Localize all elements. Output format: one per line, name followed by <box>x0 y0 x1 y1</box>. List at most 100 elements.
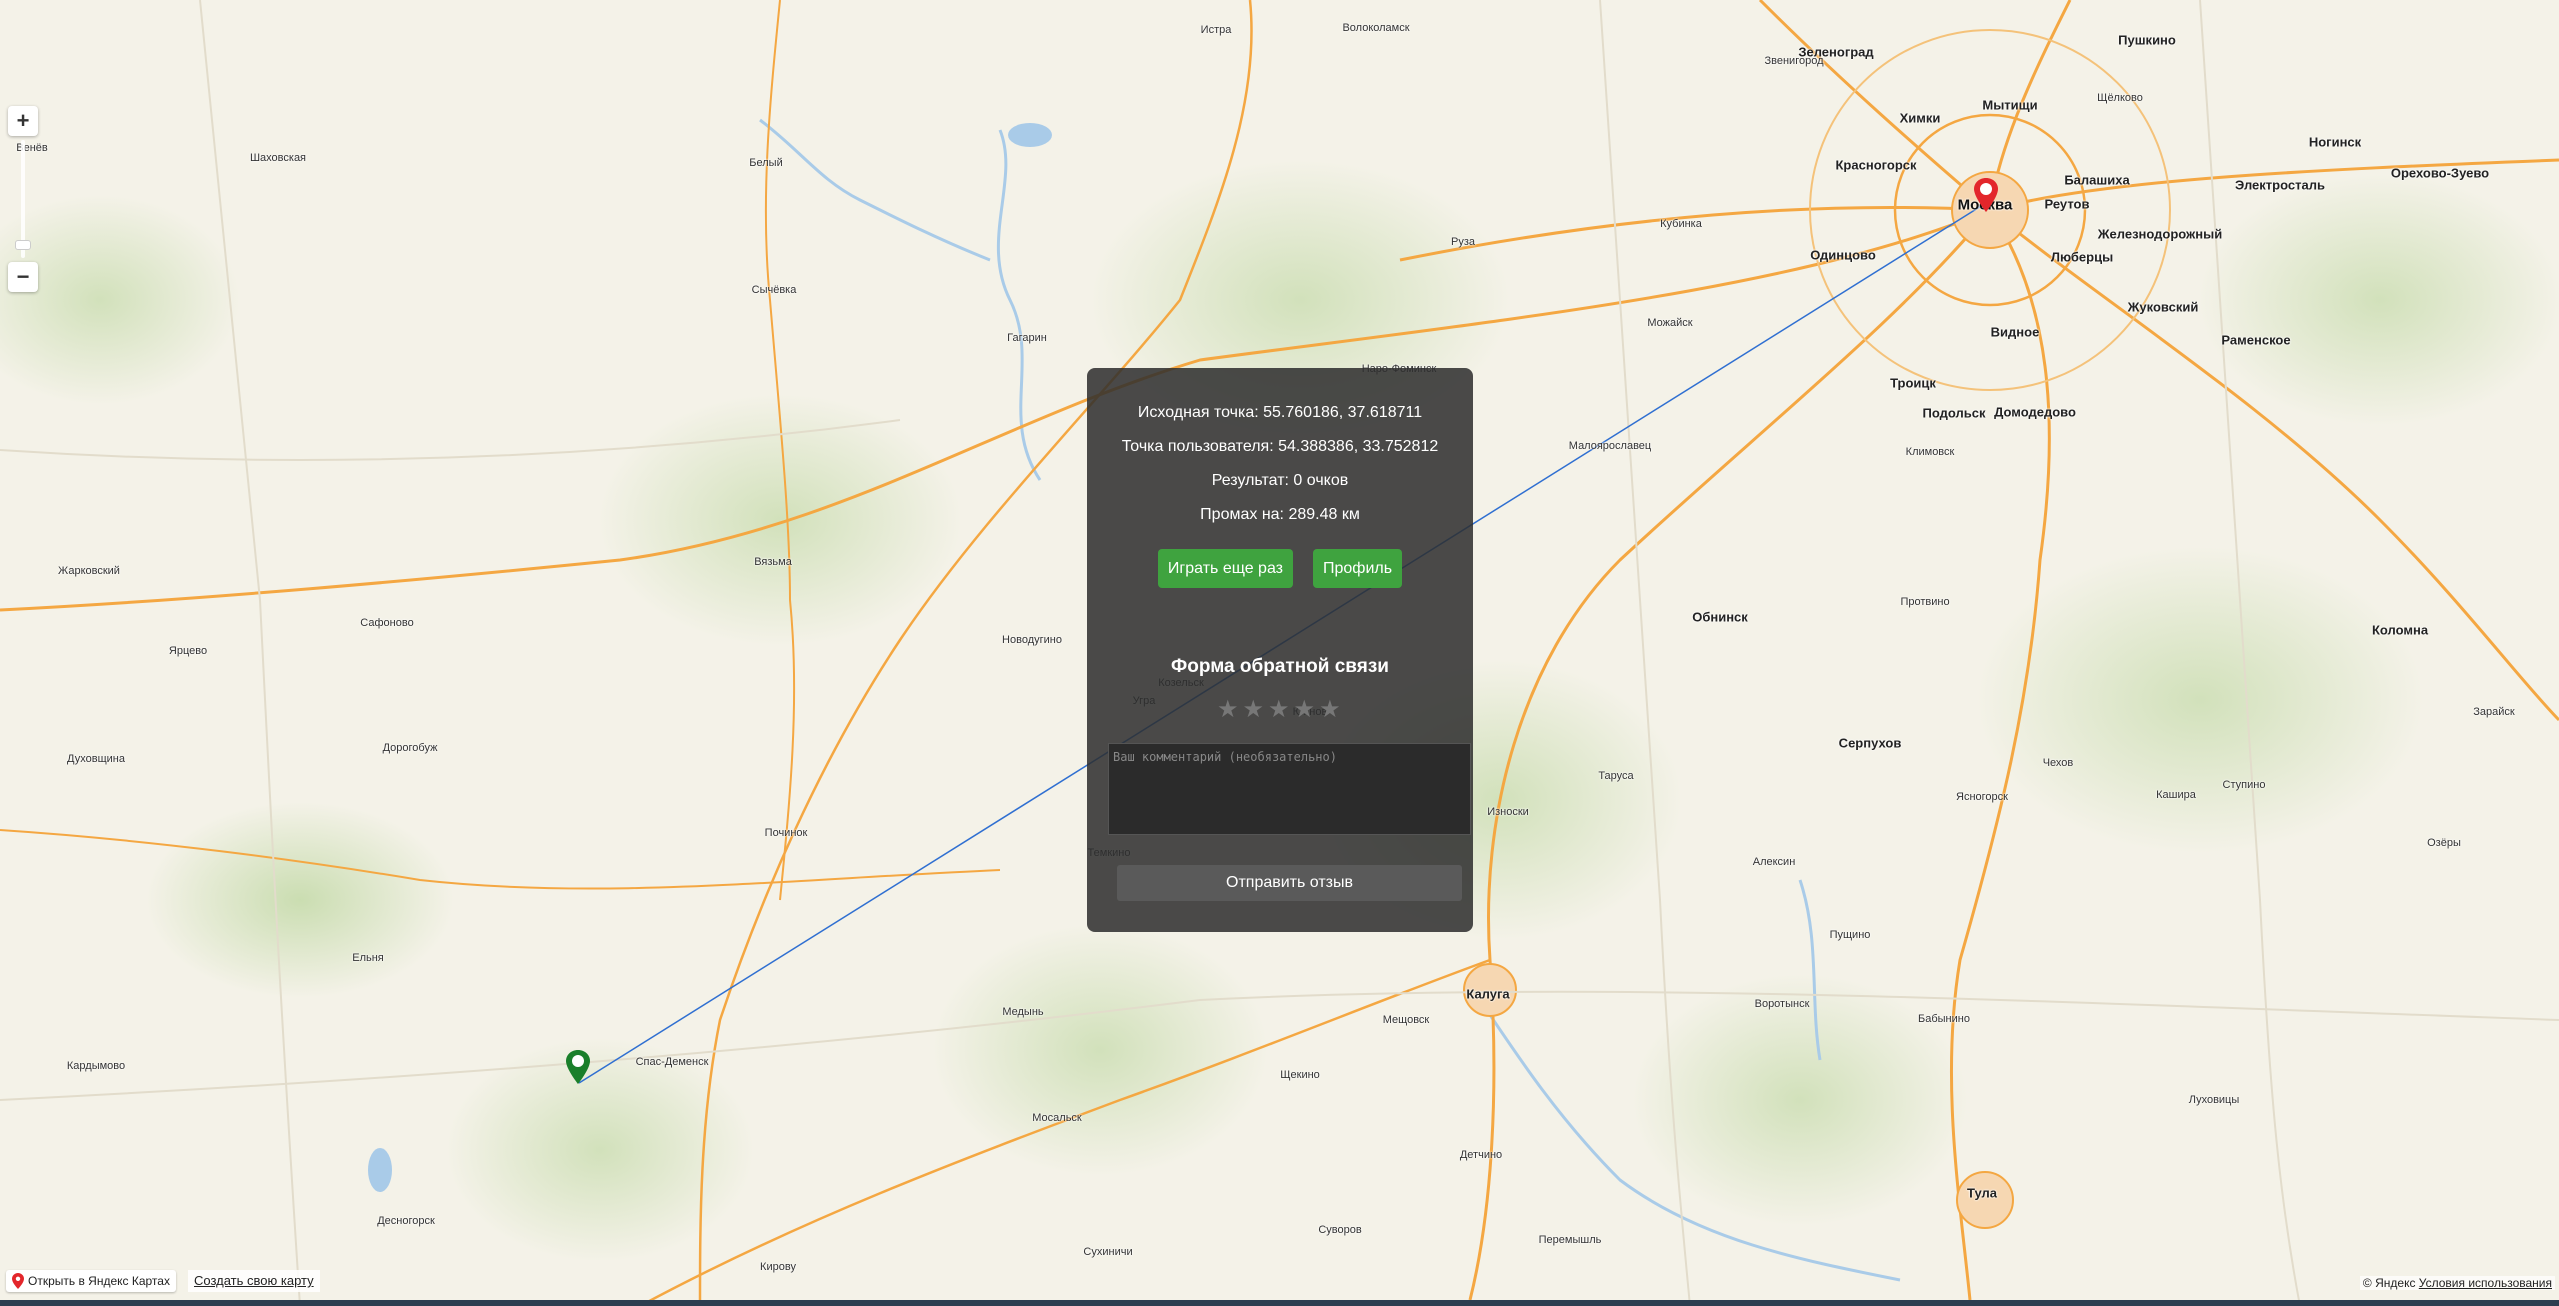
map-city-label: Починок <box>764 827 808 839</box>
map-city-label: Спас-Деменск <box>635 1056 709 1068</box>
map-city-label: Ступино <box>2222 779 2266 791</box>
map-city-label: Мещовск <box>1382 1014 1430 1026</box>
map-city-label: Щёлково <box>2097 92 2143 104</box>
map-city-label: Истра <box>1200 24 1232 36</box>
map-city-label: Сафоново <box>360 617 414 629</box>
map-city-label: Малоярославец <box>1568 440 1652 452</box>
copyright: © Яндекс Условия использования <box>2359 1276 2555 1290</box>
map-city-label: Серпухов <box>1838 735 1902 751</box>
map-city-label: Тула <box>1967 1185 1997 1201</box>
map-city-label: Протвино <box>1900 596 1950 608</box>
open-in-maps-label: Открыть в Яндекс Картах <box>28 1274 170 1288</box>
map-city-label: Ясногорск <box>1956 791 2008 803</box>
feedback-title: Форма обратной связи <box>1171 656 1389 677</box>
bottom-strip <box>0 1300 2559 1306</box>
map-city-label: Кардымово <box>66 1060 126 1072</box>
miss-distance-text: Промах на: 289.48 км <box>1200 506 1360 523</box>
map-city-label: Перемышль <box>1538 1234 1602 1246</box>
map-city-label: Орехово-Зуево <box>2390 165 2490 181</box>
map-city-label: Вязьма <box>754 556 792 568</box>
zoom-control: + − <box>8 106 38 292</box>
map-city-label: Щекино <box>1280 1069 1320 1081</box>
map-city-label: Десногорск <box>377 1215 435 1227</box>
map-city-label: Бабынино <box>1918 1013 1970 1025</box>
map-city-label: Алексин <box>1752 856 1796 868</box>
zoom-slider-handle[interactable] <box>15 240 31 250</box>
map-city-label: Электросталь <box>2235 177 2325 193</box>
map-city-label: Ярцево <box>168 645 208 657</box>
map-city-label: Пушкино <box>2118 32 2176 48</box>
target-marker-icon[interactable] <box>1974 178 1998 217</box>
map-city-label: Кирову <box>760 1261 796 1273</box>
map-city-label: Троицк <box>1890 375 1936 391</box>
score-text: Результат: 0 очков <box>1211 472 1349 489</box>
map-city-label: Раменское <box>2221 332 2291 348</box>
map-city-label: Калуга <box>1466 986 1510 1002</box>
map-city-label: Озёры <box>2427 837 2461 849</box>
profile-button[interactable]: Профиль <box>1313 549 1403 588</box>
map-city-label: Железнодорожный <box>2097 226 2223 242</box>
copyright-text: © Яндекс <box>2362 1276 2416 1290</box>
submit-feedback-button[interactable]: Отправить отзыв <box>1117 865 1462 901</box>
map-city-label: Химки <box>1899 110 1941 126</box>
result-panel: Исходная точка: 55.760186, 37.618711 Точ… <box>1087 368 1473 932</box>
map-city-label: Новодугино <box>1002 634 1062 646</box>
origin-point-text: Исходная точка: 55.760186, 37.618711 <box>1137 404 1423 421</box>
map-city-label: Волоколамск <box>1342 22 1410 34</box>
comment-field[interactable] <box>1108 743 1471 835</box>
map-city-label: Сычёвка <box>751 284 797 296</box>
star-1-icon[interactable]: ★ <box>1217 698 1239 722</box>
map-pin-icon <box>12 1273 24 1289</box>
map-city-label: Кубинка <box>1660 218 1702 230</box>
map-city-label: Ельня <box>352 952 384 964</box>
user-point-text: Точка пользователя: 54.388386, 33.752812 <box>1121 438 1439 455</box>
map-city-label: Ногинск <box>2308 134 2362 150</box>
map-city-label: Коломна <box>2371 622 2429 638</box>
zoom-slider-track[interactable] <box>15 140 31 258</box>
terms-link[interactable]: Условия использования <box>2419 1276 2552 1290</box>
map-city-label: Пущино <box>1829 929 1871 941</box>
map-city-label: Износки <box>1487 806 1529 818</box>
map-city-label: Гагарин <box>1007 332 1047 344</box>
map-city-label: Видное <box>1990 324 2040 340</box>
map-city-label: Суворов <box>1318 1224 1362 1236</box>
map-city-label: Жарковский <box>58 565 120 577</box>
star-3-icon[interactable]: ★ <box>1268 698 1290 722</box>
star-5-icon[interactable]: ★ <box>1319 698 1341 722</box>
map-city-label: Луховицы <box>2188 1094 2240 1106</box>
map-city-label: Подольск <box>1922 405 1986 421</box>
map-city-label: Мосальск <box>1032 1112 1082 1124</box>
map-city-label: Климовск <box>1905 446 1955 458</box>
map-city-label: Балашиха <box>2064 172 2130 188</box>
map-city-label: Руза <box>1451 236 1475 248</box>
map-city-label: Таруса <box>1598 770 1634 782</box>
action-buttons: Играть еще раз Профиль <box>1087 549 1473 588</box>
map-city-label: Домодедово <box>1994 404 2076 420</box>
map-city-label: Зарайск <box>2473 706 2515 718</box>
map-city-label: Люберцы <box>2050 249 2114 265</box>
map-city-label: Реутов <box>2044 196 2090 212</box>
map-city-label: Духовщина <box>67 753 125 765</box>
map-city-label: Жуковский <box>2127 299 2199 315</box>
map-city-label: Кашира <box>2156 789 2196 801</box>
map-city-label: Медынь <box>1002 1006 1044 1018</box>
zoom-in-button[interactable]: + <box>8 106 38 136</box>
map-city-label: Звенигород <box>1764 55 1824 67</box>
star-4-icon[interactable]: ★ <box>1294 698 1316 722</box>
map-city-label: Чехов <box>2042 757 2074 769</box>
rating-stars: ★ ★ ★ ★ ★ <box>1217 698 1341 722</box>
play-again-button[interactable]: Играть еще раз <box>1157 549 1293 588</box>
zoom-out-button[interactable]: − <box>8 262 38 292</box>
map-city-label: Можайск <box>1647 317 1693 329</box>
map-city-label: Белый <box>749 157 783 169</box>
map-city-label: Сухиничи <box>1083 1246 1133 1258</box>
map-city-label: Обнинск <box>1692 609 1748 625</box>
star-2-icon[interactable]: ★ <box>1243 698 1265 722</box>
open-in-yandex-maps-link[interactable]: Открыть в Яндекс Картах <box>6 1270 176 1292</box>
map-city-label: Дорогобуж <box>382 742 438 754</box>
user-marker-icon[interactable] <box>566 1050 590 1089</box>
map-city-label: Мытищи <box>1982 97 2038 113</box>
map-city-label: Одинцово <box>1810 247 1876 263</box>
create-map-link[interactable]: Создать свою карту <box>188 1270 320 1292</box>
map-city-label: Красногорск <box>1835 157 1917 173</box>
